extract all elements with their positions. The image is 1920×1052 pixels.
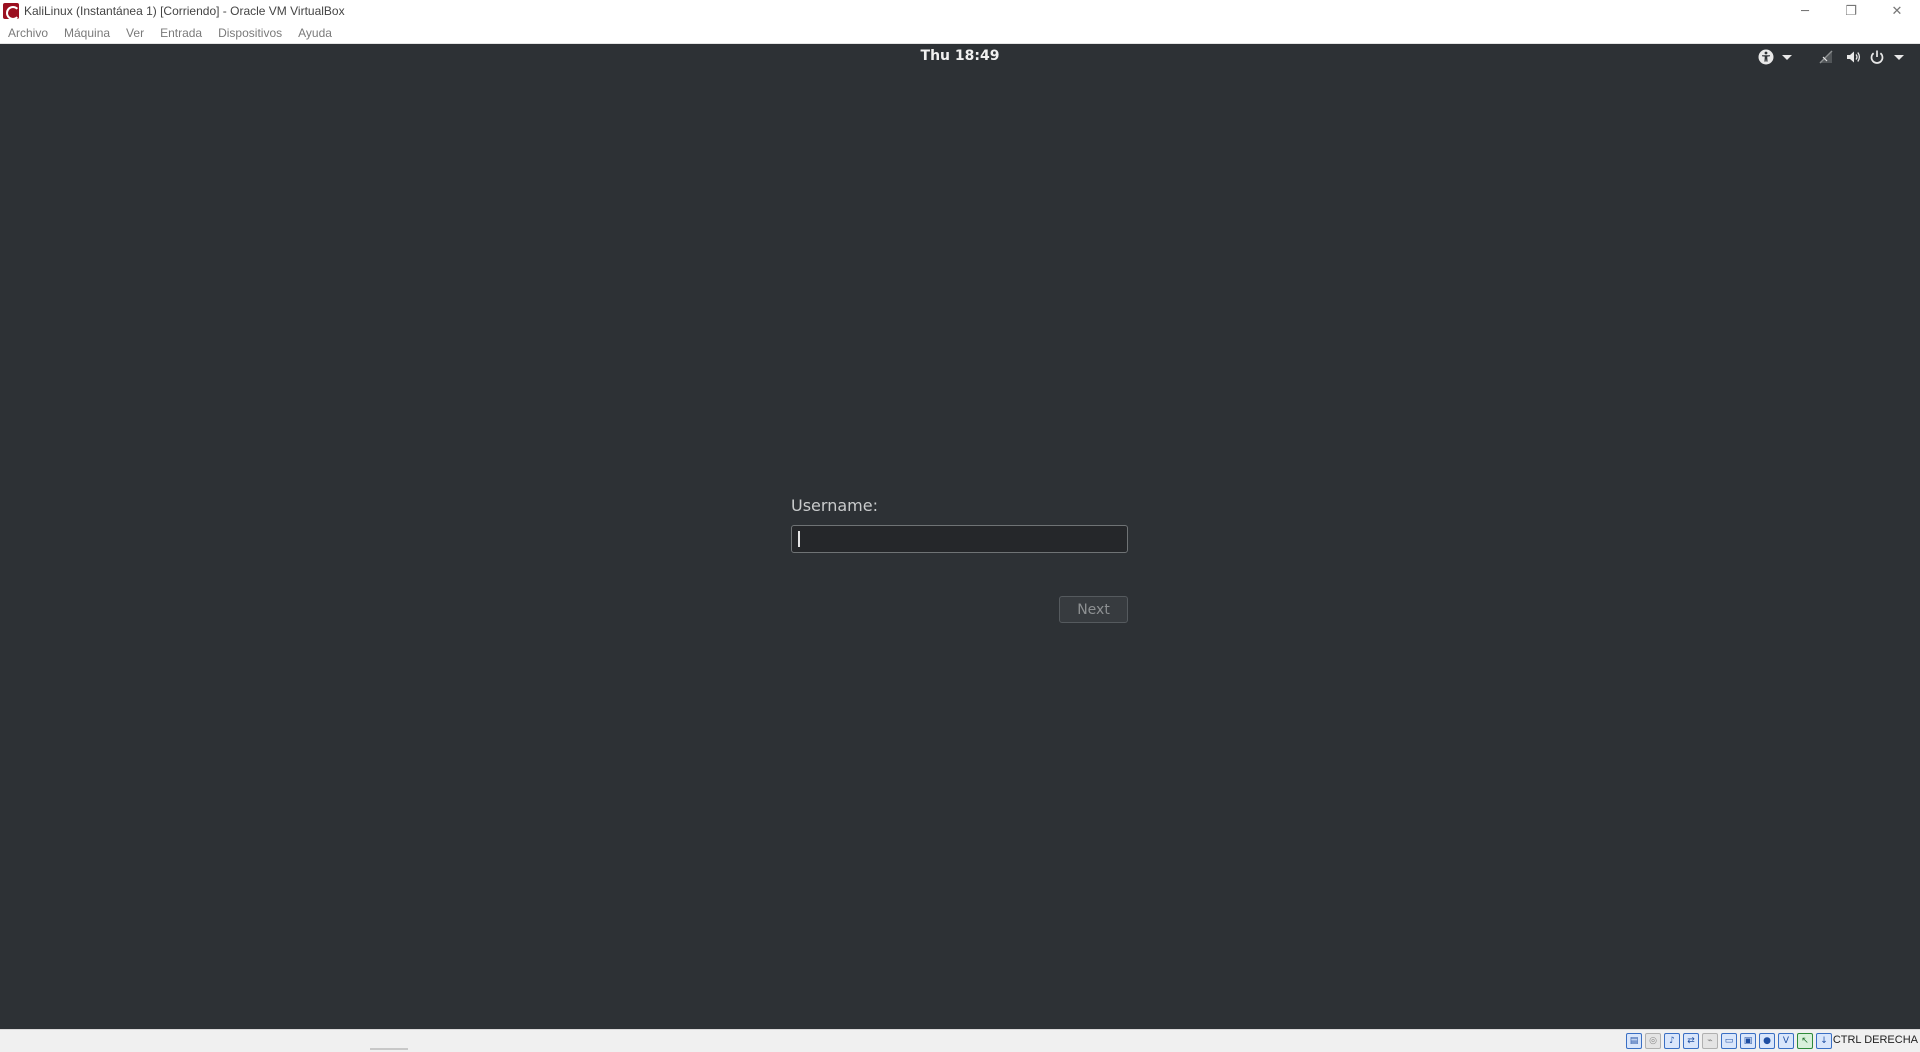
- minimize-button[interactable]: ─: [1782, 0, 1828, 22]
- device-indicators: ▤ ◎ ♪ ⇄ ⌁ ▭ ▣ ● V ↖ ↓: [1626, 1033, 1832, 1049]
- scrollbar-thumb[interactable]: [370, 1048, 408, 1050]
- virtualbox-app-icon[interactable]: [3, 3, 20, 20]
- video-capture-icon[interactable]: ●: [1759, 1033, 1775, 1049]
- window-title: KaliLinux (Instantánea 1) [Corriendo] - …: [24, 4, 345, 18]
- restore-button[interactable]: ❐: [1828, 0, 1874, 22]
- accessibility-menu[interactable]: [1758, 47, 1792, 67]
- network-adapter-icon[interactable]: ⇄: [1683, 1033, 1699, 1049]
- accessibility-icon: [1758, 49, 1774, 65]
- gnome-top-bar: Thu 18:49: [0, 44, 1920, 70]
- power-icon: [1870, 50, 1884, 64]
- optical-drive-icon[interactable]: ◎: [1645, 1033, 1661, 1049]
- guest-screen[interactable]: Thu 18:49 Username: Next: [0, 44, 1920, 1029]
- chevron-down-icon: [1782, 54, 1792, 60]
- menu-bar: Archivo Máquina Ver Entrada Dispositivos…: [0, 22, 1920, 44]
- status-bar: ▤ ◎ ♪ ⇄ ⌁ ▭ ▣ ● V ↖ ↓ CTRL DERECHA: [0, 1029, 1920, 1052]
- text-caret: [798, 531, 800, 547]
- display-icon[interactable]: ▣: [1740, 1033, 1756, 1049]
- volume-status[interactable]: [1846, 47, 1862, 67]
- clock[interactable]: Thu 18:49: [0, 48, 1920, 64]
- hard-disk-icon[interactable]: ▤: [1626, 1033, 1642, 1049]
- network-status[interactable]: [1818, 47, 1834, 67]
- host-key-label: CTRL DERECHA: [1832, 1034, 1918, 1046]
- username-input[interactable]: [791, 525, 1128, 553]
- chevron-down-icon: [1894, 54, 1904, 60]
- username-label: Username:: [791, 496, 878, 515]
- menu-entrada[interactable]: Entrada: [160, 26, 202, 40]
- keyboard-capture-icon[interactable]: ↓: [1816, 1033, 1832, 1049]
- usb-icon[interactable]: ⌁: [1702, 1033, 1718, 1049]
- menu-archivo[interactable]: Archivo: [8, 26, 48, 40]
- volume-icon: [1847, 51, 1861, 63]
- login-form: Username: Next: [791, 496, 1128, 623]
- menu-ver[interactable]: Ver: [126, 26, 144, 40]
- mouse-integration-icon[interactable]: ↖: [1797, 1033, 1813, 1049]
- audio-icon[interactable]: ♪: [1664, 1033, 1680, 1049]
- power-menu[interactable]: [1869, 47, 1904, 67]
- window-controls: ─ ❐ ✕: [1782, 0, 1920, 22]
- network-icon: [1819, 50, 1833, 64]
- next-button[interactable]: Next: [1059, 596, 1128, 623]
- window-titlebar: KaliLinux (Instantánea 1) [Corriendo] - …: [0, 0, 1920, 22]
- shared-folders-icon[interactable]: ▭: [1721, 1033, 1737, 1049]
- menu-dispositivos[interactable]: Dispositivos: [218, 26, 282, 40]
- menu-maquina[interactable]: Máquina: [64, 26, 110, 40]
- virtualization-icon[interactable]: V: [1778, 1033, 1794, 1049]
- menu-ayuda[interactable]: Ayuda: [298, 26, 332, 40]
- close-button[interactable]: ✕: [1874, 0, 1920, 22]
